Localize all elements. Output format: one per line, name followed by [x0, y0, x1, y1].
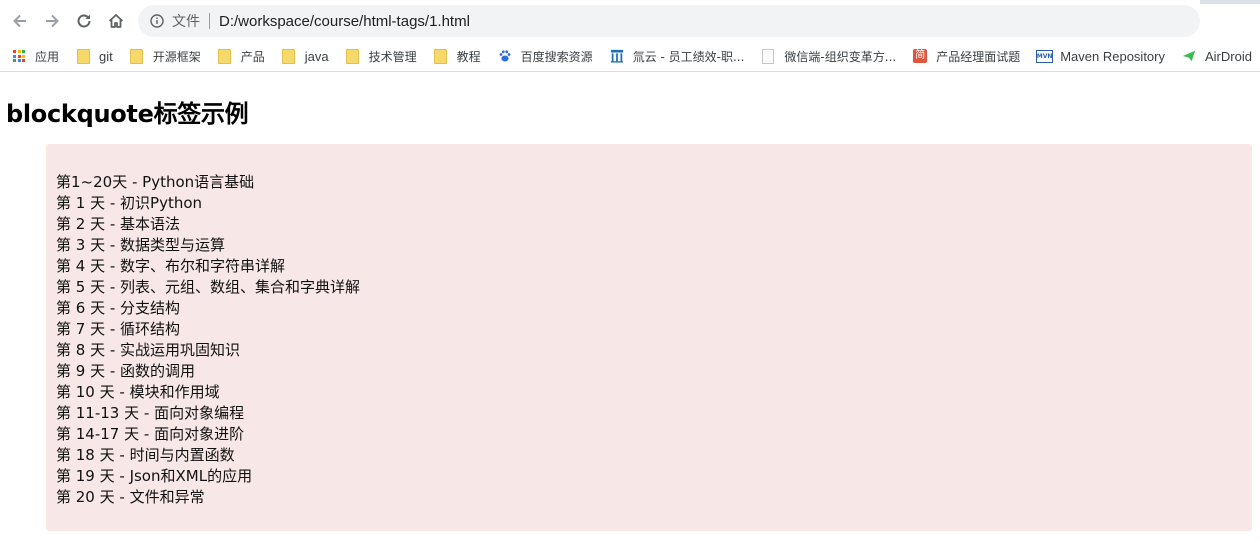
home-icon	[108, 14, 124, 28]
bookmark-label: git	[99, 48, 113, 64]
chuanyun-icon	[610, 49, 624, 63]
address-bar[interactable]: 文件 D:/workspace/course/html-tags/1.html	[138, 5, 1200, 37]
bookmark-folder-git[interactable]: git	[76, 45, 113, 67]
quote-line: 第1~20天 - Python语言基础	[56, 173, 255, 191]
blockquote: 第1~20天 - Python语言基础第 1 天 - 初识Python 第 2 天…	[46, 144, 1252, 531]
bookmark-folder-opensource[interactable]: 开源框架	[130, 45, 201, 67]
bookmark-apps[interactable]: 应用	[12, 45, 59, 67]
omnibox-divider	[209, 13, 210, 29]
folder-icon	[434, 48, 448, 64]
mvn-icon: MVN	[1035, 49, 1053, 63]
quote-line: 第 5 天 - 列表、元组、数组、集合和字典详解	[56, 278, 361, 296]
bookmark-maven[interactable]: MVN Maven Repository	[1035, 45, 1165, 67]
bookmark-folder-tutorial[interactable]: 教程	[434, 45, 481, 67]
bookmark-baidu[interactable]: 百度搜索资源	[498, 45, 593, 67]
quote-line: 第 18 天 - 时间与内置函数	[56, 446, 235, 464]
bookmark-label: 微信端-组织变革方...	[784, 49, 897, 64]
quote-line: 第 4 天 - 数字、布尔和字符串详解	[56, 257, 286, 275]
folder-icon	[218, 48, 232, 64]
quote-line: 第 19 天 - Json和XML的应用	[56, 467, 253, 485]
quote-line: 第 2 天 - 基本语法	[56, 215, 181, 233]
bookmark-label: 产品经理面试题	[936, 49, 1021, 64]
reload-button[interactable]	[74, 11, 94, 31]
bookmark-label: 产品	[240, 49, 265, 64]
bookmark-chuanyun[interactable]: 氚云 - 员工绩效-职...	[610, 45, 745, 67]
quote-line: 第 7 天 - 循环结构	[56, 320, 181, 338]
baidu-paw-icon	[498, 49, 512, 63]
jian-icon: 简	[913, 49, 928, 63]
quote-line: 第 8 天 - 实战运用巩固知识	[56, 341, 241, 359]
home-button[interactable]	[106, 11, 126, 31]
forward-arrow-icon	[46, 14, 59, 28]
bookmark-label: 技术管理	[368, 49, 417, 64]
url-text[interactable]: D:/workspace/course/html-tags/1.html	[219, 13, 470, 30]
reload-icon	[77, 14, 91, 28]
quote-line: 第 14-17 天 - 面向对象进阶	[56, 425, 245, 443]
bookmark-pm-interview[interactable]: 简 产品经理面试题	[913, 45, 1020, 67]
folder-icon	[282, 48, 296, 64]
tab-strip-edge	[1200, 0, 1260, 4]
quote-line: 第 10 天 - 模块和作用域	[56, 383, 220, 401]
bookmark-label: 氚云 - 员工绩效-职...	[632, 49, 745, 64]
bookmark-wechat-doc[interactable]: 微信端-组织变革方...	[761, 45, 896, 67]
browser-toolbar: 文件 D:/workspace/course/html-tags/1.html	[0, 0, 1260, 41]
folder-icon	[346, 48, 360, 64]
bookmark-folder-java[interactable]: java	[282, 45, 329, 67]
bookmark-folder-techmgmt[interactable]: 技术管理	[346, 45, 417, 67]
bookmark-label: java	[304, 48, 329, 64]
quote-line: 第 9 天 - 函数的调用	[56, 362, 196, 380]
page-icon	[761, 48, 775, 64]
bookmark-airdroid[interactable]: AirDroid	[1182, 45, 1252, 67]
bookmark-label: 教程	[456, 49, 481, 64]
info-icon[interactable]	[150, 14, 164, 28]
quote-text: 第1~20天 - Python语言基础第 1 天 - 初识Python 第 2 天…	[56, 172, 360, 508]
page-content: blockquote标签示例 第1~20天 - Python语言基础第 1 天 …	[0, 72, 1260, 543]
quote-line: 第 3 天 - 数据类型与运算	[56, 236, 226, 254]
back-button[interactable]	[10, 11, 30, 31]
quote-line: 第 1 天 - 初识Python	[56, 194, 203, 212]
quote-line: 第 6 天 - 分支结构	[56, 299, 181, 317]
bookmark-label: Maven Repository	[1060, 48, 1165, 64]
bookmarks-bar: 应用 git 开源框架 产品 java 技术管理 教程 百度搜索资源 氚云 - …	[0, 41, 1260, 72]
folder-icon	[130, 48, 144, 64]
airdroid-icon	[1182, 49, 1196, 63]
bookmark-label: 开源框架	[152, 49, 201, 64]
bookmark-folder-product[interactable]: 产品	[218, 45, 265, 67]
page-title: blockquote标签示例	[6, 100, 249, 128]
bookmark-label: 百度搜索资源	[520, 49, 593, 64]
bookmark-label: AirDroid	[1205, 48, 1252, 64]
quote-line: 第 11-13 天 - 面向对象编程	[56, 404, 245, 422]
file-scheme-label: 文件	[172, 14, 200, 30]
back-arrow-icon	[13, 14, 26, 28]
bookmark-label: 应用	[35, 49, 60, 64]
forward-button[interactable]	[42, 11, 62, 31]
apps-grid-icon	[12, 49, 26, 63]
quote-line: 第 20 天 - 文件和异常	[56, 488, 205, 506]
folder-icon	[76, 48, 90, 64]
